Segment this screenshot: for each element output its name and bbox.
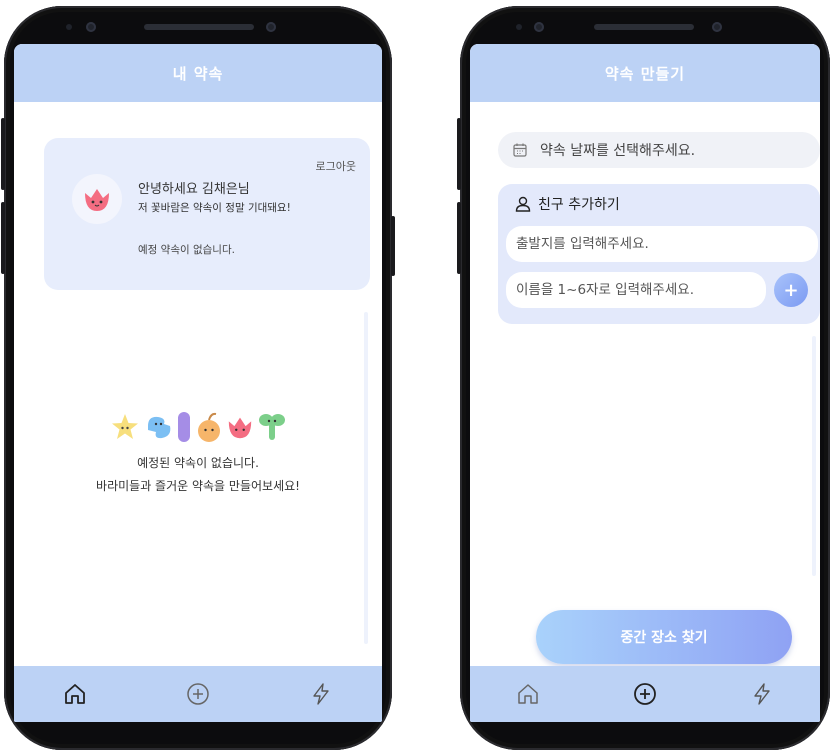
pill-character-icon — [178, 412, 190, 442]
profile-card: 로그아웃 안녕하세요 김채은님 저 꽃바람은 약속이 정말 기대돼요! 예정 약… — [44, 138, 370, 290]
user-icon — [515, 196, 531, 212]
home-header: 내 약속 — [14, 44, 382, 102]
appointment-status: 예정 약속이 없습니다. — [138, 244, 235, 256]
front-camera — [266, 22, 276, 32]
phone-frame-home: 내 약속 로그아웃 안녕하세요 김채은님 저 꽃바람은 약속이 정말 기대돼요!… — [1, 6, 395, 750]
lightning-icon — [312, 683, 329, 705]
add-friend-heading: 친구 추가하기 — [514, 194, 620, 214]
front-camera — [86, 22, 96, 32]
logout-link[interactable]: 로그아웃 — [316, 158, 356, 174]
wave-character-icon — [148, 416, 171, 439]
page-title: 약속 만들기 — [604, 64, 686, 83]
add-friend-card: 친구 추가하기 + — [498, 184, 820, 324]
nav-home-button[interactable] — [60, 679, 90, 709]
departure-input[interactable] — [506, 226, 818, 262]
home-screen: 내 약속 로그아웃 안녕하세요 김채은님 저 꽃바람은 약속이 정말 기대돼요!… — [14, 44, 382, 722]
tulip-character-icon — [228, 417, 252, 439]
volume-button — [1, 118, 5, 190]
front-camera — [712, 22, 722, 32]
volume-button — [457, 202, 461, 274]
lightning-icon — [753, 683, 770, 705]
create-header: 약속 만들기 — [470, 44, 820, 102]
bottom-nav — [470, 666, 820, 722]
volume-button — [457, 118, 461, 190]
character-group — [14, 410, 382, 444]
add-friend-label: 친구 추가하기 — [538, 197, 620, 213]
star-character-icon — [112, 414, 138, 439]
find-midpoint-button[interactable]: 중간 장소 찾기 — [536, 610, 792, 664]
empty-message: 예정된 약속이 없습니다. — [137, 456, 259, 470]
nav-lightning-button[interactable] — [306, 679, 336, 709]
name-input[interactable] — [506, 272, 766, 308]
home-icon — [518, 684, 539, 704]
sensor-dot — [66, 24, 72, 30]
home-icon — [65, 684, 86, 704]
page-title: 내 약속 — [172, 64, 224, 83]
empty-state: 예정된 약속이 없습니다. 바라미들과 즐거운 약속을 만들어보세요! — [14, 410, 382, 494]
front-camera — [534, 22, 544, 32]
greeting-text: 안녕하세요 김채은님 — [138, 182, 250, 197]
nav-home-button[interactable] — [513, 679, 543, 709]
phone-frame-create: 약속 만들기 약속 날짜를 선택해주세요. 친구 추가하기 출발지를 입력해주세… — [457, 6, 830, 750]
avatar — [72, 174, 122, 224]
date-placeholder: 약속 날짜를 선택해주세요. — [540, 143, 696, 159]
nav-create-button[interactable] — [630, 679, 660, 709]
speaker-grille — [594, 24, 694, 30]
scrollbar[interactable] — [812, 336, 816, 576]
bottom-nav — [14, 666, 382, 722]
speaker-grille — [144, 24, 254, 30]
tulip-character-icon — [85, 189, 109, 211]
nav-create-button[interactable] — [183, 679, 213, 709]
empty-message-sub: 바라미들과 즐거운 약속을 만들어보세요! — [96, 479, 300, 493]
orange-character-icon — [198, 412, 220, 442]
sprout-character-icon — [259, 414, 285, 440]
add-friend-button[interactable]: + — [774, 273, 808, 307]
plus-circle-icon — [634, 683, 656, 705]
date-picker[interactable]: 약속 날짜를 선택해주세요. — [498, 132, 820, 168]
nav-lightning-button[interactable] — [747, 679, 777, 709]
volume-button — [1, 202, 5, 274]
greeting-subtext: 저 꽃바람은 약속이 정말 기대돼요! — [138, 202, 291, 214]
power-button — [391, 216, 395, 276]
plus-circle-icon — [187, 683, 209, 705]
calendar-icon — [512, 142, 528, 158]
sensor-dot — [516, 24, 522, 30]
create-screen: 약속 만들기 약속 날짜를 선택해주세요. 친구 추가하기 출발지를 입력해주세… — [470, 44, 820, 722]
